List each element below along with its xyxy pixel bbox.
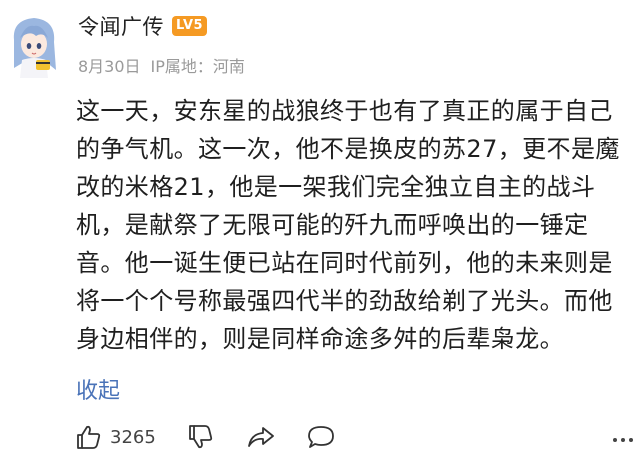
comment-header: 令闻广传 LV5: [78, 11, 208, 41]
comment-icon: [306, 423, 336, 451]
username[interactable]: 令闻广传: [78, 11, 164, 41]
collapse-button[interactable]: 收起: [76, 373, 120, 405]
like-button[interactable]: 3265: [74, 423, 156, 451]
thumbs-up-icon: [74, 423, 102, 451]
share-icon: [246, 423, 276, 451]
level-badge: LV5: [172, 16, 208, 36]
avatar[interactable]: [6, 10, 62, 78]
comment-actions: 3265: [74, 423, 634, 457]
dislike-button[interactable]: [186, 423, 214, 451]
share-button[interactable]: [246, 423, 276, 451]
comment-text: 这一天，安东星的战狼终于也有了真正的属于自己的争气机。这一次，他不是换皮的苏27…: [76, 97, 620, 353]
like-count: 3265: [110, 426, 156, 448]
thumbs-down-icon: [186, 423, 214, 451]
comment-date: 8月30日: [78, 57, 141, 76]
more-icon[interactable]: [612, 429, 634, 448]
ip-location: IP属地：河南: [150, 57, 245, 76]
comment-meta: 8月30日 IP属地：河南: [78, 53, 245, 77]
reply-button[interactable]: [306, 423, 336, 451]
